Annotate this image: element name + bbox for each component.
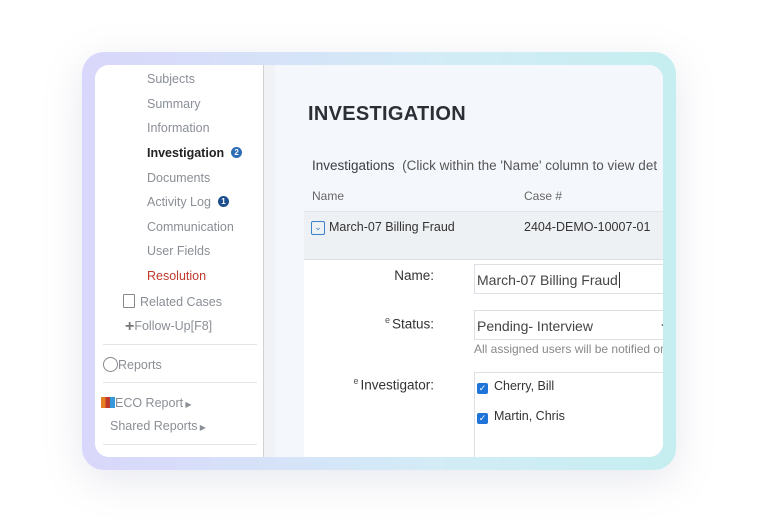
sidebar-item-information[interactable]: Information (147, 121, 210, 135)
sidebar-item-user-fields[interactable]: User Fields (147, 244, 210, 258)
status-label-text: Status: (391, 316, 434, 332)
sidebar-item-activity-log[interactable]: Activity Log 1 (147, 195, 229, 209)
sidebar-item-label: Investigation (147, 146, 225, 160)
reports-link[interactable]: Reports (103, 357, 162, 372)
sidebar-item-label: Activity Log (147, 195, 211, 209)
investigator-label-text: Investigator: (360, 377, 434, 393)
investigation-detail-form: Name: March-07 Billing Fraud e Status: Pe… (304, 259, 663, 457)
investigator-checkbox-cherry[interactable]: ✓ Cherry, Bill (477, 379, 554, 394)
divider (103, 344, 257, 345)
name-label: Name: (394, 268, 434, 283)
caret-right-icon: ▶ (197, 423, 206, 432)
section-title: Investigations (312, 158, 395, 173)
pie-chart-icon (103, 357, 118, 372)
caret-right-icon: ▶ (183, 400, 192, 409)
investigator-list: ✓ Cherry, Bill ✓ Martin, Chris (474, 372, 663, 457)
shared-reports-link[interactable]: Shared Reports ▶ (110, 419, 206, 433)
eco-report-link[interactable]: ECO Report ▶ (101, 396, 191, 410)
shared-reports-label: Shared Reports (110, 419, 198, 433)
sidebar: Subjects Summary Information Investigati… (95, 65, 263, 457)
row-case-number: 2404-DEMO-10007-01 (524, 220, 651, 234)
checkbox-checked-icon[interactable]: ✓ (477, 413, 488, 424)
sidebar-item-resolution[interactable]: Resolution (147, 269, 206, 283)
editable-marker: e (353, 376, 359, 386)
sidebar-item-communication[interactable]: Communication (147, 220, 234, 234)
reports-label: Reports (118, 358, 162, 372)
main-content: INVESTIGATION Investigations (Click with… (275, 65, 663, 457)
text-cursor (618, 272, 620, 288)
document-edit-icon (123, 294, 135, 308)
status-hint: All assigned users will be notified on s… (474, 342, 663, 356)
sidebar-splitter[interactable] (263, 65, 275, 457)
sidebar-item-summary[interactable]: Summary (147, 97, 200, 111)
count-badge: 1 (217, 196, 229, 207)
status-select[interactable]: Pending- Interview ⌄ (474, 310, 663, 340)
checkbox-checked-icon[interactable]: ✓ (477, 383, 488, 394)
investigator-name: Martin, Chris (494, 409, 565, 423)
related-cases-label: Related Cases (140, 295, 222, 309)
count-badge: 2 (231, 147, 243, 158)
column-header-name[interactable]: Name (312, 189, 344, 203)
column-header-case[interactable]: Case # (524, 189, 562, 203)
related-cases-link[interactable]: Related Cases (123, 294, 222, 309)
divider (103, 444, 257, 445)
investigator-label: e Investigator: (304, 376, 434, 393)
name-input[interactable]: March-07 Billing Fraud (474, 264, 663, 294)
page-title: INVESTIGATION (308, 103, 466, 125)
follow-up-label: Follow-Up[F8] (134, 319, 213, 333)
table-row[interactable]: ⌄ March-07 Billing Fraud 2404-DEMO-10007… (304, 211, 663, 259)
chevron-down-icon: ⌄ (659, 316, 663, 330)
chevron-down-icon[interactable]: ⌄ (311, 221, 325, 235)
sidebar-item-documents[interactable]: Documents (147, 171, 210, 185)
investigator-name: Cherry, Bill (494, 379, 555, 393)
plus-icon: + (125, 318, 135, 335)
eco-report-label: ECO Report (115, 396, 184, 410)
editable-marker: e (384, 315, 390, 325)
investigator-checkbox-martin[interactable]: ✓ Martin, Chris (477, 409, 565, 424)
bar-chart-icon (101, 397, 115, 408)
app-window: Subjects Summary Information Investigati… (95, 65, 663, 457)
section-intro: Investigations (Click within the 'Name' … (312, 158, 657, 173)
status-value: Pending- Interview (477, 318, 593, 334)
row-name[interactable]: March-07 Billing Fraud (329, 220, 455, 234)
follow-up-link[interactable]: +Follow-Up[F8] (125, 318, 212, 336)
section-hint: (Click within the 'Name' column to view … (402, 158, 658, 173)
status-label: e Status: (304, 315, 434, 332)
sidebar-item-subjects[interactable]: Subjects (147, 72, 195, 86)
name-value: March-07 Billing Fraud (477, 272, 618, 288)
sidebar-item-investigation[interactable]: Investigation 2 (147, 146, 243, 160)
divider (103, 382, 257, 383)
